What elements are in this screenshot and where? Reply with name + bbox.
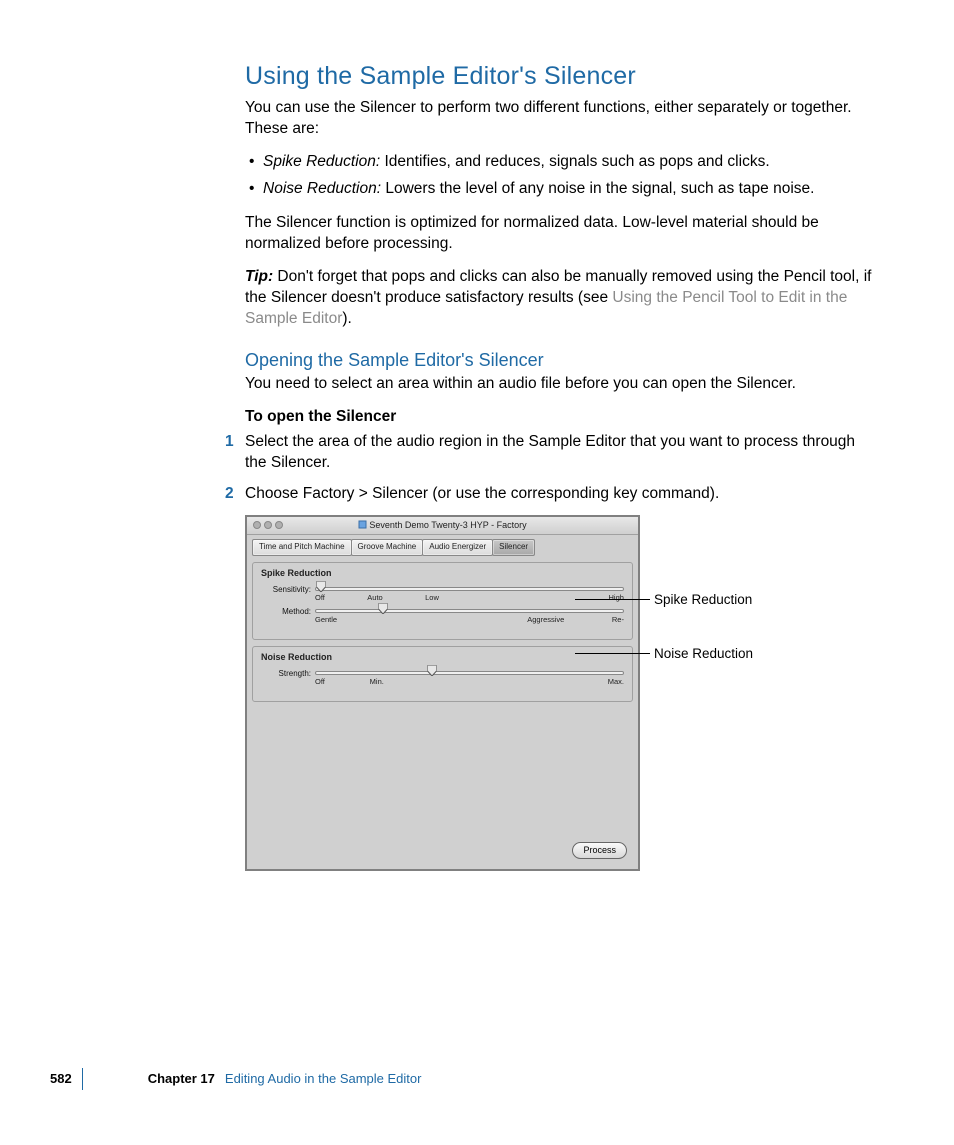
task-heading: To open the Silencer (245, 407, 879, 428)
group-title: Spike Reduction (261, 567, 624, 579)
strength-slider[interactable]: Off Min. Max. (315, 669, 624, 687)
process-button[interactable]: Process (572, 842, 627, 858)
callout-spike: Spike Reduction (654, 591, 752, 609)
document-icon (358, 520, 367, 529)
step-number: 2 (225, 484, 234, 505)
body-paragraph: The Silencer function is optimized for n… (245, 213, 879, 255)
tab-groove-machine[interactable]: Groove Machine (351, 539, 424, 556)
heading-sub: Opening the Sample Editor's Silencer (245, 348, 879, 372)
group-title: Noise Reduction (261, 651, 624, 663)
page-footer: 582 Chapter 17 Editing Audio in the Samp… (0, 1068, 954, 1090)
step-item: 2 Choose Factory > Silencer (or use the … (245, 484, 879, 505)
slider-thumb-icon (378, 603, 387, 614)
slider-thumb-icon (428, 665, 437, 676)
chapter-title: Editing Audio in the Sample Editor (225, 1070, 422, 1088)
step-number: 1 (225, 432, 234, 453)
window-titlebar: Seventh Demo Twenty-3 HYP - Factory (247, 517, 638, 535)
window-title: Seventh Demo Twenty-3 HYP - Factory (247, 519, 638, 531)
bullet-desc: Lowers the level of any noise in the sig… (381, 180, 814, 197)
tip-close: ). (342, 310, 351, 327)
tip-label: Tip: (245, 268, 273, 285)
tab-time-pitch[interactable]: Time and Pitch Machine (252, 539, 352, 556)
bullet-term: Spike Reduction: (263, 153, 380, 170)
method-label: Method: (261, 607, 311, 618)
bullet-item: Noise Reduction: Lowers the level of any… (249, 179, 879, 200)
callout-line (575, 599, 650, 600)
bullet-list: Spike Reduction: Identifies, and reduces… (249, 152, 879, 200)
bullet-term: Noise Reduction: (263, 180, 381, 197)
method-slider[interactable]: Gentle Aggressive Re- (315, 607, 624, 625)
page-number: 582 (50, 1070, 72, 1088)
tab-audio-energizer[interactable]: Audio Energizer (422, 539, 493, 556)
slider-thumb-icon (317, 581, 326, 592)
bullet-item: Spike Reduction: Identifies, and reduces… (249, 152, 879, 173)
heading-main: Using the Sample Editor's Silencer (245, 60, 879, 94)
tab-bar: Time and Pitch Machine Groove Machine Au… (252, 539, 633, 556)
sensitivity-slider[interactable]: Off Auto Low High (315, 585, 624, 603)
body-paragraph: You need to select an area within an aud… (245, 374, 879, 395)
factory-window: Seventh Demo Twenty-3 HYP - Factory Time… (245, 515, 640, 871)
tab-silencer[interactable]: Silencer (492, 539, 535, 556)
sensitivity-label: Sensitivity: (261, 585, 311, 596)
bullet-desc: Identifies, and reduces, signals such as… (380, 153, 769, 170)
step-text: Choose Factory > Silencer (or use the co… (245, 484, 879, 505)
tip-paragraph: Tip: Don't forget that pops and clicks c… (245, 267, 879, 330)
step-item: 1 Select the area of the audio region in… (245, 432, 879, 474)
footer-separator (82, 1068, 83, 1090)
step-text: Select the area of the audio region in t… (245, 432, 879, 474)
strength-label: Strength: (261, 669, 311, 680)
noise-reduction-group: Noise Reduction Strength: Off Min. (252, 646, 633, 702)
callout-line (575, 653, 650, 654)
chapter-label: Chapter 17 (148, 1070, 215, 1088)
intro-paragraph: You can use the Silencer to perform two … (245, 98, 879, 140)
spike-reduction-group: Spike Reduction Sensitivity: Off Au (252, 562, 633, 640)
callout-noise: Noise Reduction (654, 645, 753, 663)
